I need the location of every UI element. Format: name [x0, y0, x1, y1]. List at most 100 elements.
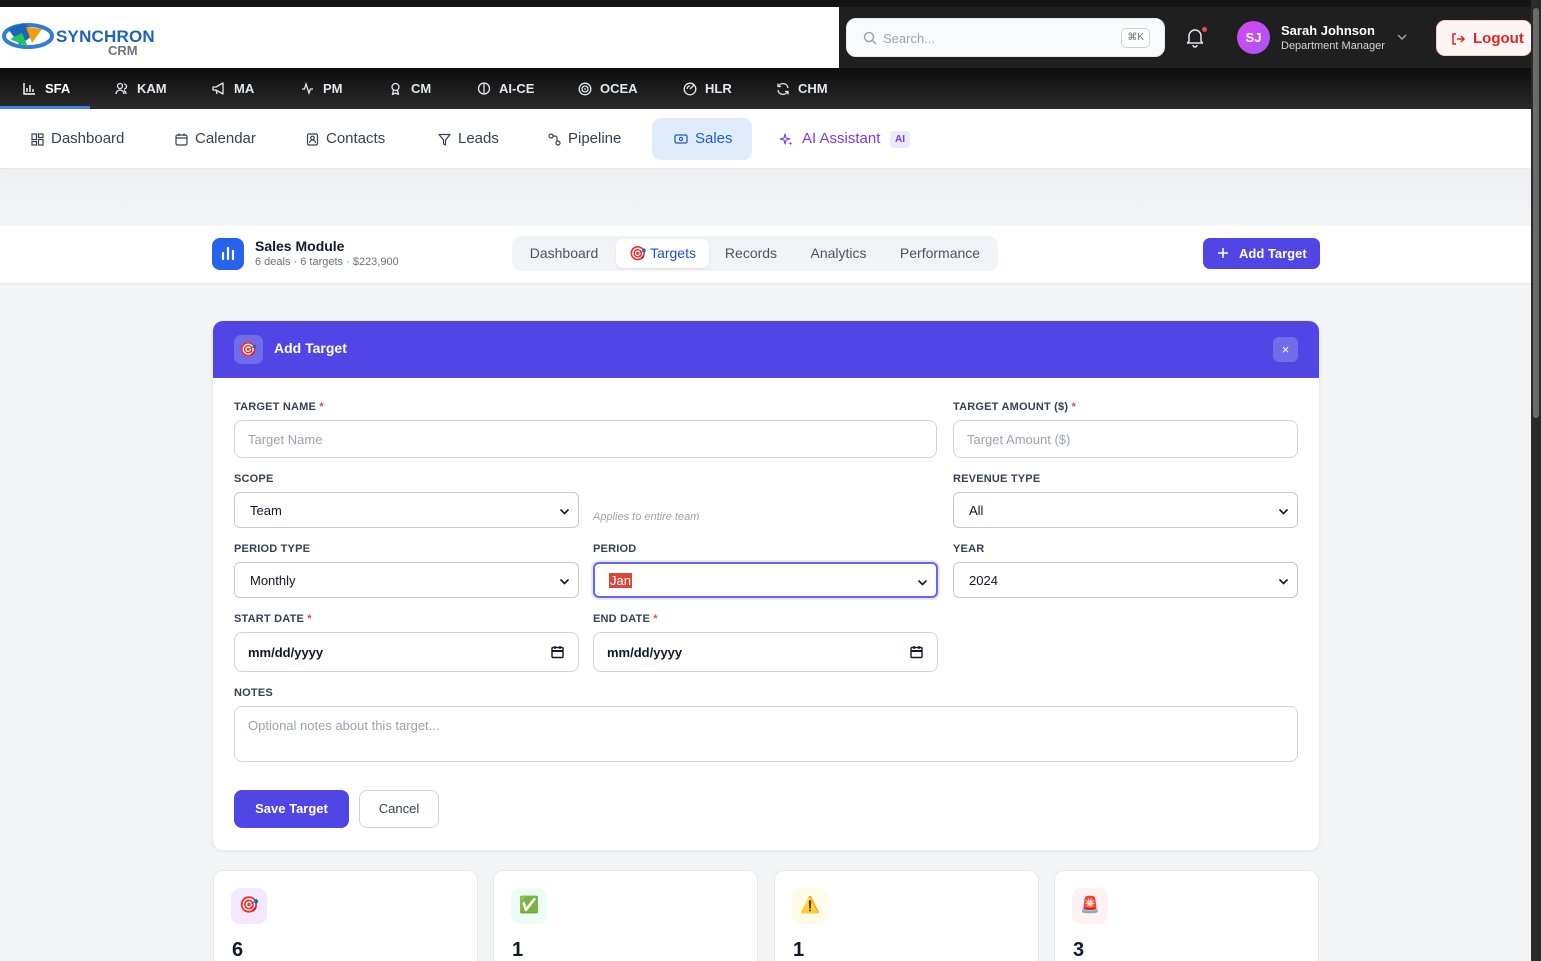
user-name[interactable]: Sarah Johnson: [1281, 23, 1375, 38]
grid-icon: [31, 133, 44, 146]
check-icon: ✅: [511, 888, 547, 924]
subnav-dashboard[interactable]: Dashboard: [31, 118, 131, 160]
add-target-label: Add Target: [1239, 246, 1307, 261]
logout-icon: [1452, 33, 1465, 45]
year-select[interactable]: 2024: [953, 562, 1298, 598]
tab-dashboard[interactable]: Dashboard: [518, 239, 610, 268]
contact-icon: [306, 133, 319, 146]
period-type-label: PERIOD TYPE: [234, 543, 311, 555]
brand-name: SYNCHRON: [56, 27, 155, 46]
stat-value: 1: [512, 939, 524, 961]
target-name-label: TARGET NAME *: [234, 401, 324, 413]
module-label: MA: [234, 81, 255, 96]
period-value: Jan: [609, 573, 632, 588]
users-icon: [115, 82, 128, 95]
target-icon: 🎯: [231, 888, 267, 924]
module-label: HLR: [705, 81, 732, 96]
scope-select[interactable]: Team: [234, 492, 579, 528]
target-name-input[interactable]: [234, 420, 937, 458]
tab-records[interactable]: Records: [715, 239, 787, 268]
period-select[interactable]: Jan: [593, 562, 938, 598]
stat-value: 1: [793, 939, 805, 961]
stat-value: 3: [1073, 939, 1085, 961]
start-date-value: mm/dd/yyyy: [248, 645, 324, 660]
target-amount-label: TARGET AMOUNT ($) *: [953, 401, 1076, 413]
ticket-icon: [674, 134, 688, 144]
plus-icon: [1218, 248, 1228, 258]
revenue-type-label: REVENUE TYPE: [953, 473, 1041, 485]
brand-sub: CRM: [108, 43, 138, 58]
alarm-icon: 🚨: [1072, 888, 1108, 924]
calendar-icon[interactable]: [551, 645, 564, 659]
cancel-button[interactable]: Cancel: [359, 790, 439, 828]
notes-textarea[interactable]: Optional notes about this target...: [234, 706, 1298, 762]
subnav-label: AI Assistant: [802, 130, 881, 147]
subnav-label: Pipeline: [568, 130, 622, 147]
sales-module-summary: 6 deals · 6 targets · $223,900: [255, 256, 399, 268]
start-date-label: START DATE *: [234, 613, 312, 625]
save-target-button[interactable]: Save Target: [234, 790, 349, 828]
ai-badge: AI: [890, 131, 910, 148]
end-date-input[interactable]: mm/dd/yyyy: [593, 632, 938, 672]
page-scrollbar[interactable]: [1531, 0, 1541, 961]
period-type-select[interactable]: Monthly: [234, 562, 579, 598]
scrollbar-thumb[interactable]: [1533, 8, 1539, 418]
subnav-label: Sales: [695, 130, 733, 147]
year-value: 2024: [969, 573, 998, 588]
sales-tabs: Dashboard 🎯 Targets Records Analytics Pe…: [512, 236, 998, 271]
chevron-down-icon: [1278, 578, 1289, 585]
stat-value: 6: [232, 939, 244, 961]
target-icon: [578, 82, 592, 96]
sales-module-header: Sales Module 6 deals · 6 targets · $223,…: [0, 226, 1531, 284]
logout-button[interactable]: Logout: [1436, 20, 1532, 56]
pipeline-icon: [548, 133, 561, 146]
bar-chart-icon: [221, 246, 235, 261]
top-header: SYNCHRON CRM ⌘K SJ Sarah Johnson Departm…: [0, 0, 1541, 68]
notes-placeholder: Optional notes about this target...: [248, 718, 440, 733]
chevron-down-icon: [1278, 508, 1289, 515]
sparkles-icon: [780, 133, 793, 146]
subnav-contacts[interactable]: Contacts: [306, 118, 396, 160]
notes-label: NOTES: [234, 687, 273, 699]
target-amount-input[interactable]: [953, 420, 1298, 458]
search-input[interactable]: [883, 27, 1113, 49]
period-type-value: Monthly: [250, 573, 296, 588]
period-label: PERIOD: [593, 543, 637, 555]
subnav-label: Dashboard: [51, 130, 125, 147]
scope-label: SCOPE: [234, 473, 274, 485]
revenue-type-select[interactable]: All: [953, 492, 1298, 528]
tab-analytics[interactable]: Analytics: [797, 239, 880, 268]
global-search[interactable]: ⌘K: [846, 18, 1165, 57]
add-target-button[interactable]: Add Target: [1203, 238, 1320, 269]
subnav-label: Leads: [458, 130, 499, 147]
period-selected-text: Jan: [609, 573, 632, 588]
start-date-input[interactable]: mm/dd/yyyy: [234, 632, 579, 672]
scope-hint: Applies to entire team: [593, 511, 700, 523]
subnav-calendar[interactable]: Calendar: [175, 118, 265, 160]
tab-performance[interactable]: Performance: [890, 239, 990, 268]
module-label: SFA: [45, 81, 71, 96]
subnav-sales[interactable]: Sales: [652, 118, 752, 160]
module-label: CM: [411, 81, 432, 96]
subnav-pipeline[interactable]: Pipeline: [548, 118, 638, 160]
user-role: Department Manager: [1281, 40, 1385, 52]
module-label: KAM: [137, 81, 167, 96]
module-label: CHM: [798, 81, 828, 96]
subnav-ai-assistant[interactable]: AI Assistant AI: [780, 118, 915, 160]
revenue-type-value: All: [969, 503, 984, 518]
chevron-down-icon[interactable]: [1396, 31, 1408, 43]
top-strip: [0, 0, 1541, 7]
user-avatar[interactable]: SJ: [1237, 21, 1270, 54]
form-header: 🎯 Add Target ×: [213, 321, 1319, 378]
close-button[interactable]: ×: [1273, 337, 1298, 362]
add-target-form: 🎯 Add Target × TARGET NAME * TARGET AMOU…: [213, 321, 1319, 850]
end-date-label: END DATE *: [593, 613, 658, 625]
notifications-button[interactable]: [1184, 26, 1208, 50]
stat-card-total-targets: 🎯 6: [213, 870, 478, 961]
tab-targets[interactable]: 🎯 Targets: [616, 239, 709, 268]
subnav-leads[interactable]: Leads: [438, 118, 508, 160]
scope-value: Team: [250, 503, 282, 518]
notification-dot: [1201, 26, 1208, 33]
calendar-icon[interactable]: [910, 645, 923, 659]
stat-card-achieved: ✅ 1: [493, 870, 758, 961]
